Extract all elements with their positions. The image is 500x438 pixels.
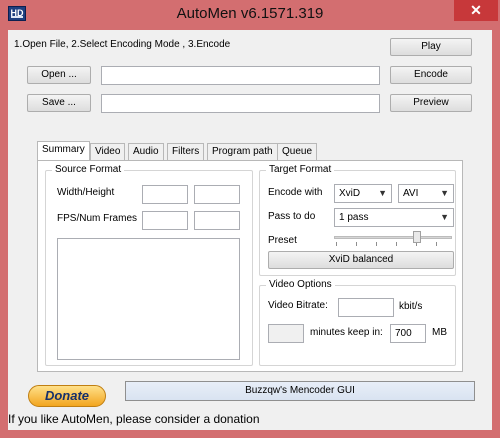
close-button[interactable]: ✕ <box>454 0 498 21</box>
preset-button[interactable]: XviD balanced <box>268 251 454 269</box>
open-file-field[interactable] <box>101 66 380 85</box>
slider-tick <box>396 242 397 246</box>
chevron-down-icon: ▼ <box>440 212 449 222</box>
bitrate-unit: kbit/s <box>399 301 423 312</box>
chevron-down-icon: ▼ <box>440 188 449 198</box>
encode-with-label: Encode with <box>268 187 323 198</box>
num-frames-field[interactable] <box>194 211 240 230</box>
width-field[interactable] <box>142 185 188 204</box>
size-unit: MB <box>432 327 447 338</box>
video-options-group: Video Options Video Bitrate: kbit/s minu… <box>259 279 456 366</box>
width-height-label: Width/Height <box>57 187 115 198</box>
fps-field[interactable] <box>142 211 188 230</box>
app-window: HD AutoMen v6.1571.319 ✕ 1.Open File, 2.… <box>0 0 500 438</box>
pass-label: Pass to do <box>268 211 316 222</box>
save-button[interactable]: Save ... <box>27 94 91 112</box>
tab-summary[interactable]: Summary <box>37 141 90 161</box>
encoder-select[interactable]: XviD ▼ <box>334 184 392 203</box>
title-bar[interactable]: HD AutoMen v6.1571.319 ✕ <box>0 0 500 30</box>
slider-tick <box>356 242 357 246</box>
client-area: 1.Open File, 2.Select Encoding Mode , 3.… <box>8 30 492 430</box>
video-options-title: Video Options <box>266 279 335 290</box>
tab-filters[interactable]: Filters <box>167 143 205 160</box>
container-select[interactable]: AVI ▼ <box>398 184 454 203</box>
close-icon: ✕ <box>470 2 482 18</box>
minutes-field[interactable] <box>268 324 304 343</box>
status-banner: Buzzqw's Mencoder GUI <box>125 381 475 401</box>
tab-audio[interactable]: Audio <box>128 143 164 160</box>
slider-tick <box>376 242 377 246</box>
save-file-field[interactable] <box>101 94 380 113</box>
preset-slider[interactable] <box>334 236 452 239</box>
preset-label: Preset <box>268 235 297 246</box>
slider-tick <box>336 242 337 246</box>
preset-slider-thumb[interactable] <box>413 231 421 243</box>
encoder-value: XviD <box>339 188 361 199</box>
bitrate-field[interactable] <box>338 298 394 317</box>
height-field[interactable] <box>194 185 240 204</box>
source-info-box[interactable] <box>57 238 240 360</box>
chevron-down-icon: ▼ <box>378 188 387 198</box>
source-format-group: Source Format Width/Height FPS/Num Frame… <box>45 164 253 366</box>
container-value: AVI <box>403 188 419 199</box>
fps-frames-label: FPS/Num Frames <box>57 213 138 224</box>
minutes-label: minutes keep in: <box>310 327 383 338</box>
target-format-group: Target Format Encode with XviD ▼ AVI ▼ P… <box>259 164 456 276</box>
donate-button[interactable]: Donate <box>28 385 106 407</box>
tab-program-path[interactable]: Program path <box>207 143 278 160</box>
window-title: AutoMen v6.1571.319 <box>176 5 324 22</box>
footer-message: If you like AutoMen, please consider a d… <box>8 412 260 426</box>
source-format-title: Source Format <box>52 164 125 175</box>
target-format-title: Target Format <box>266 164 335 175</box>
slider-tick <box>436 242 437 246</box>
steps-instructions: 1.Open File, 2.Select Encoding Mode , 3.… <box>14 39 231 50</box>
tab-video[interactable]: Video <box>90 143 126 160</box>
encode-button[interactable]: Encode <box>390 66 472 84</box>
open-button[interactable]: Open ... <box>27 66 91 84</box>
pass-value: 1 pass <box>339 212 369 223</box>
play-button[interactable]: Play <box>390 38 472 56</box>
size-field[interactable]: 700 <box>390 324 426 343</box>
pass-select[interactable]: 1 pass ▼ <box>334 208 454 227</box>
bitrate-label: Video Bitrate: <box>268 300 328 311</box>
tab-queue[interactable]: Queue <box>277 143 318 160</box>
preview-button[interactable]: Preview <box>390 94 472 112</box>
summary-panel: Source Format Width/Height FPS/Num Frame… <box>37 160 463 372</box>
